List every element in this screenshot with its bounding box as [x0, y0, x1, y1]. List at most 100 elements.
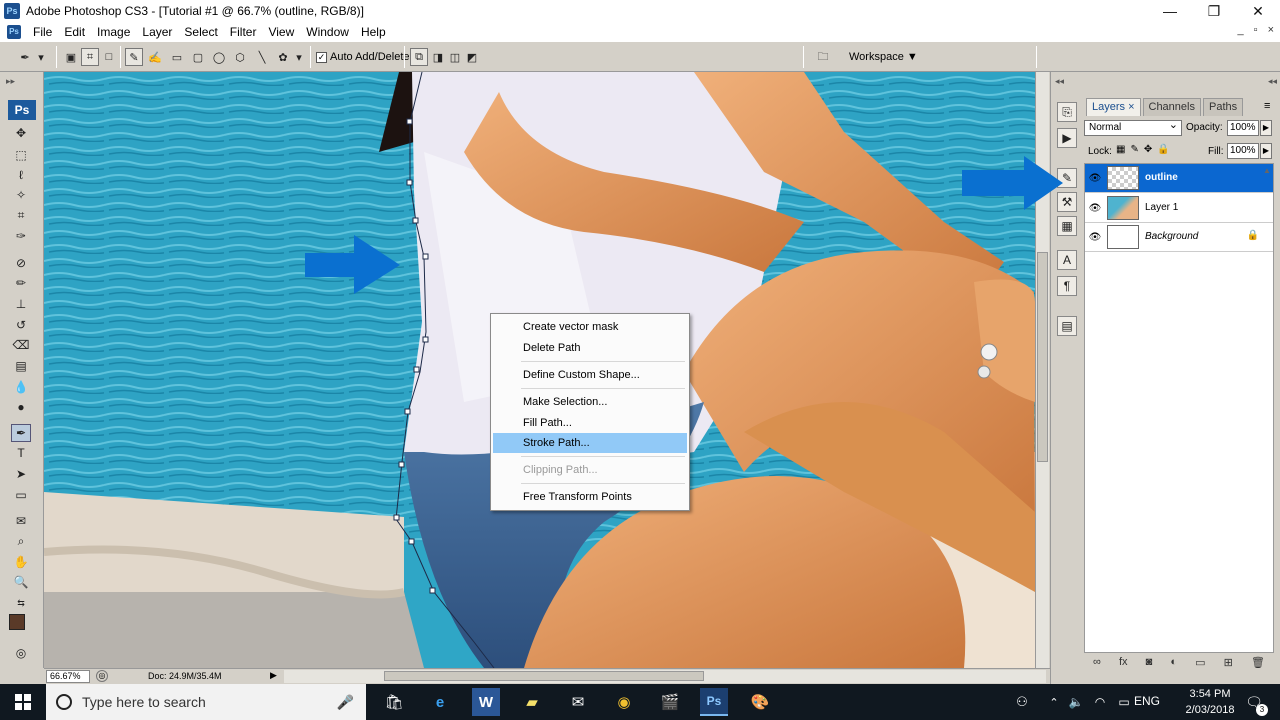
- lasso-tool-icon[interactable]: ℓ: [11, 166, 31, 184]
- tab-layers[interactable]: Layers ×: [1086, 98, 1141, 116]
- menu-edit[interactable]: Edit: [58, 25, 91, 39]
- doc-restore-button[interactable]: ▫: [1254, 24, 1258, 36]
- opacity-slider-arrow-icon[interactable]: ▶: [1260, 120, 1272, 136]
- move-tool-icon[interactable]: ✥: [11, 124, 31, 142]
- path-selection-tool-icon[interactable]: ➤: [11, 465, 31, 483]
- store-icon[interactable]: 🛍: [380, 688, 408, 716]
- visibility-eye-icon[interactable]: 👁: [1087, 200, 1103, 216]
- clone-stamp-tool-icon[interactable]: ⊥: [11, 295, 31, 313]
- pen-tool-icon[interactable]: ✒: [11, 424, 31, 442]
- preset-dropdown-icon[interactable]: ▾: [36, 48, 46, 66]
- menu-item-make-selection[interactable]: Make Selection...: [493, 392, 687, 412]
- maximize-button[interactable]: ❐: [1192, 0, 1236, 22]
- polygon-icon[interactable]: ⬡: [231, 48, 249, 66]
- checkbox-checked-icon[interactable]: ✓: [316, 51, 327, 63]
- subtract-path-icon[interactable]: ◨: [429, 48, 447, 66]
- adjustment-layer-icon[interactable]: ◐: [1170, 656, 1177, 674]
- status-options-icon[interactable]: ◎: [96, 670, 108, 682]
- dodge-tool-icon[interactable]: ●: [11, 398, 31, 416]
- history-brush-tool-icon[interactable]: ↺: [11, 316, 31, 334]
- auto-add-delete-checkbox[interactable]: ✓ Auto Add/Delete: [316, 51, 410, 63]
- document-icon[interactable]: Ps: [7, 24, 21, 39]
- opacity-input[interactable]: 100%: [1227, 120, 1259, 136]
- gradient-tool-icon[interactable]: ▤: [11, 357, 31, 375]
- people-icon[interactable]: ⚇: [1008, 688, 1036, 716]
- lock-all-icon[interactable]: 🔒: [1157, 144, 1169, 155]
- menu-filter[interactable]: Filter: [224, 25, 263, 39]
- notes-tool-icon[interactable]: ✉: [11, 512, 31, 530]
- menu-file[interactable]: File: [27, 25, 58, 39]
- zoom-field[interactable]: 66.67%: [46, 670, 90, 683]
- sticky-notes-icon[interactable]: ▰: [518, 688, 546, 716]
- menu-window[interactable]: Window: [300, 25, 355, 39]
- hand-tool-icon[interactable]: ✋: [11, 553, 31, 571]
- menu-select[interactable]: Select: [178, 25, 223, 39]
- menu-view[interactable]: View: [262, 25, 300, 39]
- layer-row-outline[interactable]: 👁 outline: [1085, 164, 1273, 193]
- delete-layer-icon[interactable]: 🗑: [1251, 656, 1265, 674]
- panel-collapse-icon[interactable]: ◂◂: [1268, 76, 1277, 87]
- geometry-options-icon[interactable]: ▾: [294, 48, 304, 66]
- pen-tool-preset-icon[interactable]: ✒: [16, 48, 34, 66]
- tab-paths[interactable]: Paths: [1202, 98, 1244, 116]
- menu-image[interactable]: Image: [91, 25, 136, 39]
- paragraph-panel-icon[interactable]: ¶: [1057, 276, 1077, 296]
- doc-minimize-button[interactable]: _: [1238, 24, 1244, 36]
- photoshop-taskbar-icon[interactable]: Ps: [700, 688, 728, 716]
- info-panel-icon[interactable]: ▤: [1057, 316, 1077, 336]
- layer-comps-panel-icon[interactable]: ▦: [1057, 216, 1077, 236]
- clock[interactable]: 3:54 PM 2/03/2018: [1180, 686, 1240, 718]
- custom-shape-icon[interactable]: ✿: [274, 48, 292, 66]
- navigator-panel-icon[interactable]: ⎘: [1057, 102, 1077, 122]
- edge-browser-icon[interactable]: e: [426, 688, 454, 716]
- brush-tool-icon[interactable]: ✏: [11, 274, 31, 292]
- eraser-tool-icon[interactable]: ⌫: [11, 336, 31, 354]
- healing-brush-tool-icon[interactable]: ⊘: [11, 254, 31, 272]
- lock-pixels-icon[interactable]: ✎: [1130, 144, 1138, 155]
- layer-row-layer-1[interactable]: 👁 Layer 1: [1085, 194, 1273, 223]
- lock-position-icon[interactable]: ✥: [1144, 144, 1152, 155]
- workspace-button[interactable]: Workspace ▼: [840, 48, 927, 66]
- marquee-tool-icon[interactable]: ⬚: [11, 146, 31, 164]
- taskbar-search-box[interactable]: Type here to search 🎤: [46, 684, 366, 720]
- menu-help[interactable]: Help: [355, 25, 392, 39]
- visibility-eye-icon[interactable]: 👁: [1087, 229, 1103, 245]
- rectangle-icon[interactable]: ▭: [168, 48, 186, 66]
- character-panel-icon[interactable]: A: [1057, 250, 1077, 270]
- menu-item-create-vector-mask[interactable]: Create vector mask: [493, 317, 687, 337]
- layer-row-background[interactable]: 👁 Background 🔒: [1085, 223, 1273, 252]
- dock-collapse-icon[interactable]: ◂◂: [1055, 76, 1064, 87]
- new-group-icon[interactable]: ▭: [1195, 656, 1205, 674]
- magic-wand-tool-icon[interactable]: ✧: [11, 186, 31, 204]
- eyedropper-tool-icon[interactable]: ⌕: [11, 532, 31, 550]
- swap-colors-icon[interactable]: ⇆: [11, 594, 31, 612]
- menu-layer[interactable]: Layer: [136, 25, 178, 39]
- foreground-color-swatch[interactable]: [9, 614, 25, 630]
- shape-layers-icon[interactable]: ▣: [62, 48, 80, 66]
- blur-tool-icon[interactable]: 💧: [11, 378, 31, 396]
- type-tool-icon[interactable]: T: [11, 444, 31, 462]
- visibility-eye-icon[interactable]: 👁: [1087, 170, 1103, 186]
- paint-icon[interactable]: 🎨: [746, 688, 774, 716]
- add-mask-icon[interactable]: ◙: [1146, 656, 1153, 674]
- blend-mode-select[interactable]: Normal: [1084, 118, 1182, 136]
- horizontal-scrollbar[interactable]: [284, 670, 1046, 683]
- mail-icon[interactable]: ✉: [564, 688, 592, 716]
- doc-close-button[interactable]: ×: [1268, 24, 1274, 36]
- new-layer-icon[interactable]: ⊞: [1224, 656, 1233, 674]
- crop-tool-icon[interactable]: ⌗: [11, 206, 31, 224]
- zoom-tool-icon[interactable]: 🔍: [11, 573, 31, 591]
- menu-item-stroke-path[interactable]: Stroke Path...: [493, 433, 687, 453]
- word-icon[interactable]: W: [472, 688, 500, 716]
- quick-mask-icon[interactable]: ◎: [11, 644, 31, 662]
- actions-panel-icon[interactable]: ▶: [1057, 128, 1077, 148]
- rounded-rectangle-icon[interactable]: ▢: [189, 48, 207, 66]
- chrome-icon[interactable]: ◉: [610, 688, 638, 716]
- fill-pixels-icon[interactable]: □: [100, 48, 118, 66]
- file-browser-icon[interactable]: 🗀: [812, 48, 834, 66]
- ellipse-icon[interactable]: ◯: [210, 48, 228, 66]
- exclude-path-icon[interactable]: ◩: [463, 48, 481, 66]
- scroll-up-icon[interactable]: ▲: [1263, 166, 1271, 175]
- freeform-pen-icon[interactable]: ✍: [146, 48, 164, 66]
- slice-tool-icon[interactable]: ✑: [11, 227, 31, 245]
